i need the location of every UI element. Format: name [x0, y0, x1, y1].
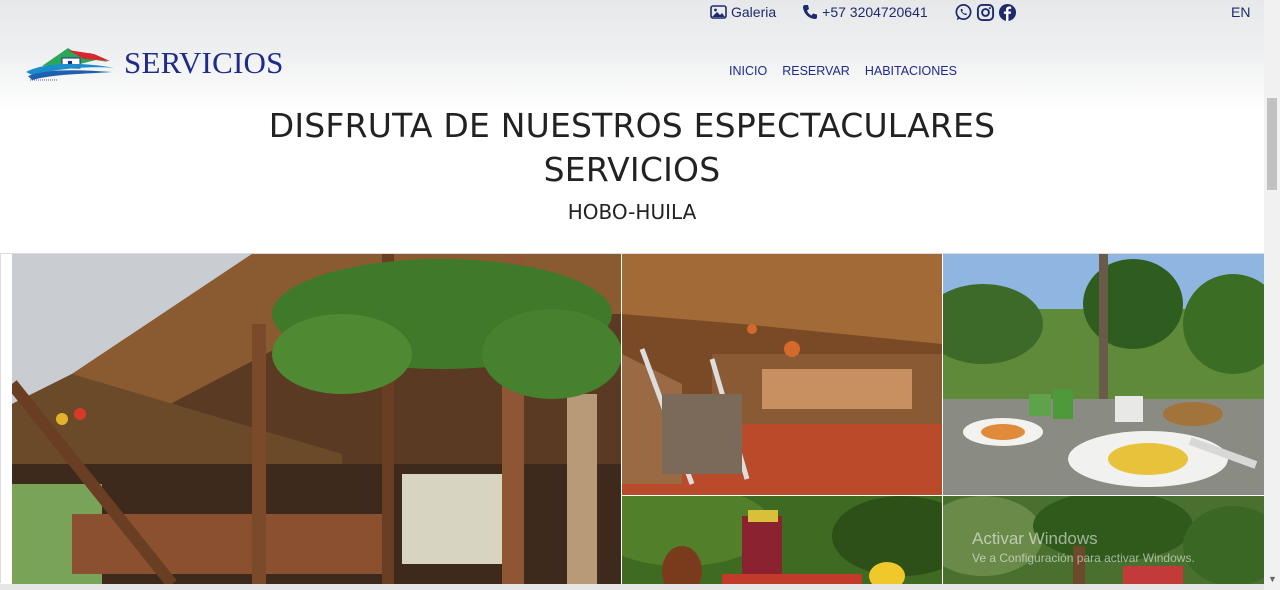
nav-item-reservar[interactable]: RESERVAR: [782, 64, 850, 78]
gallery-link[interactable]: Galeria: [710, 4, 776, 20]
dining-hall-photo[interactable]: [622, 254, 942, 495]
location-subtitle: HOBO-HUILA: [567, 200, 697, 224]
horizontal-scrollbar[interactable]: [0, 584, 1264, 590]
watermark-title: Activar Windows: [972, 529, 1098, 548]
page-title: DISFRUTA DE NUESTROS ESPECTACULARES SERV…: [0, 104, 1264, 192]
whatsapp-icon[interactable]: [954, 3, 973, 22]
windows-activation-watermark: Activar Windows Ve a Configuración para …: [972, 529, 1195, 565]
logo-text: SERVICIOS: [124, 45, 284, 80]
scrollbar-thumb[interactable]: [1267, 98, 1277, 190]
restaurant-interior-photo[interactable]: [12, 254, 621, 584]
logo-house-icon: [26, 48, 114, 81]
site-logo[interactable]: SERVICIOS: [24, 44, 284, 82]
phone-link[interactable]: +57 3204720641: [802, 4, 928, 20]
scroll-down-icon[interactable]: ▼: [1268, 574, 1277, 584]
main-nav: INICIO RESERVAR HABITACIONES: [729, 64, 957, 78]
phone-icon: [803, 5, 818, 19]
instagram-icon[interactable]: [976, 3, 995, 22]
phone-number: +57 3204720641: [822, 4, 928, 20]
contact-bar: Galeria +57 3204720641: [710, 2, 1017, 22]
gallery-label: Galeria: [731, 4, 777, 20]
drink-fruit-photo[interactable]: [622, 496, 942, 584]
nav-item-inicio[interactable]: INICIO: [729, 64, 767, 78]
language-switch[interactable]: EN: [1231, 4, 1250, 20]
watermark-subtitle: Ve a Configuración para activar Windows.: [972, 551, 1195, 565]
title-line-1: DISFRUTA DE NUESTROS ESPECTACULARES: [268, 106, 996, 145]
title-line-2: SERVICIOS: [543, 150, 721, 189]
facebook-icon[interactable]: [998, 3, 1017, 22]
vertical-scrollbar[interactable]: ▼: [1264, 0, 1280, 590]
gallery-icon: [710, 5, 727, 19]
nav-item-habitaciones[interactable]: HABITACIONES: [865, 64, 957, 78]
hero-heading: DISFRUTA DE NUESTROS ESPECTACULARES SERV…: [0, 104, 1264, 224]
breakfast-table-photo[interactable]: [943, 254, 1265, 495]
